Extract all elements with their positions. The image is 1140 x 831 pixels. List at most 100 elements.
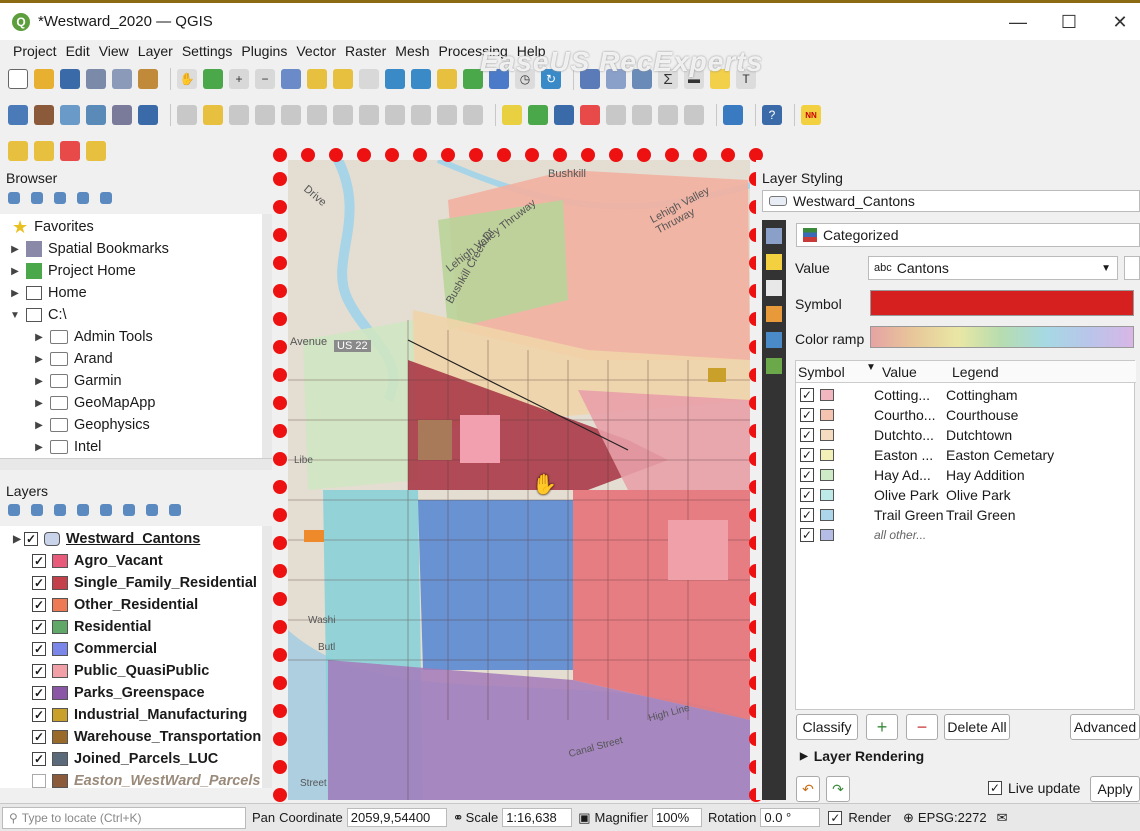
select-by-value-icon[interactable] <box>34 141 54 161</box>
layer-row[interactable]: Easton_WestWard_Parcels <box>32 770 260 792</box>
layer-row[interactable]: ✓ Residential <box>32 616 151 638</box>
new-print-layout-icon[interactable] <box>86 69 106 89</box>
filter-browser-icon[interactable] <box>54 192 66 204</box>
category-row[interactable]: ✓ Olive Park Olive Park <box>796 485 1011 505</box>
maximize-button[interactable]: ☐ <box>1049 9 1089 35</box>
add-group-icon[interactable] <box>31 504 43 516</box>
browser-item-folder[interactable]: ▶ GeoMapApp <box>32 392 155 414</box>
chevron-right-icon[interactable]: ▶ <box>8 266 22 277</box>
menu-layer[interactable]: Layer <box>138 43 173 59</box>
browser-item-drive-c[interactable]: ▼ C:\ <box>8 304 66 326</box>
live-update-checkbox[interactable]: ✓ <box>988 781 1002 795</box>
layer-visibility-checkbox[interactable]: ✓ <box>32 554 46 568</box>
layer-selector-dropdown[interactable]: Westward_Cantons <box>762 190 1140 212</box>
diagram-icon[interactable] <box>554 105 574 125</box>
layer-visibility-checkbox[interactable]: ✓ <box>32 576 46 590</box>
menu-vector[interactable]: Vector <box>296 43 336 59</box>
chevron-right-icon[interactable]: ▶ <box>8 288 22 299</box>
delete-selected-icon[interactable] <box>333 105 353 125</box>
redo-icon[interactable] <box>463 105 483 125</box>
browser-item-folder[interactable]: ▶ Intel <box>32 436 101 458</box>
category-checkbox[interactable]: ✓ <box>800 508 814 522</box>
category-checkbox[interactable]: ✓ <box>800 528 814 542</box>
browser-item-folder[interactable]: ▶ Geophysics <box>32 414 150 436</box>
history-tab-icon[interactable] <box>766 358 782 374</box>
coordinate-field[interactable]: 2059,9,54400 <box>346 808 447 827</box>
layer-row[interactable]: ✓ Industrial_Manufacturing <box>32 704 247 726</box>
apply-button[interactable]: Apply <box>1090 776 1140 802</box>
zoom-in-icon[interactable]: + <box>229 69 249 89</box>
category-row[interactable]: ✓ Easton ... Easton Cemetary <box>796 445 1054 465</box>
help-icon[interactable]: ? <box>762 105 782 125</box>
layer-visibility-checkbox[interactable]: ✓ <box>32 686 46 700</box>
layer-row-westward-cantons[interactable]: ▶ ✓ Westward_Cantons <box>10 528 200 550</box>
chevron-right-icon[interactable]: ▶ <box>8 244 22 255</box>
undo-icon[interactable] <box>437 105 457 125</box>
diagrams-tab-icon[interactable] <box>766 332 782 348</box>
chevron-right-icon[interactable]: ▶ <box>32 398 46 409</box>
select-location-icon[interactable] <box>86 141 106 161</box>
column-header-value[interactable]: Value <box>882 364 917 380</box>
layer-visibility-checkbox[interactable]: ✓ <box>32 642 46 656</box>
cut-features-icon[interactable] <box>359 105 379 125</box>
locator-search-input[interactable]: ⚲ Type to locate (Ctrl+K) <box>2 806 246 829</box>
category-row[interactable]: ✓ Trail Green Trail Green <box>796 505 1016 525</box>
layout-manager-icon[interactable] <box>112 69 132 89</box>
chevron-right-icon[interactable]: ▶ <box>32 420 46 431</box>
category-checkbox[interactable]: ✓ <box>800 428 814 442</box>
layer-visibility-checkbox[interactable]: ✓ <box>32 620 46 634</box>
zoom-native-icon[interactable] <box>359 69 379 89</box>
refresh-browser-icon[interactable] <box>31 192 43 204</box>
renderer-type-dropdown[interactable]: Categorized <box>796 223 1140 247</box>
browser-item-favorites[interactable]: ★ Favorites <box>12 216 94 238</box>
3d-view-tab-icon[interactable] <box>766 306 782 322</box>
move-label-icon[interactable] <box>632 105 652 125</box>
collapse-all-icon[interactable] <box>77 192 89 204</box>
minimize-button[interactable]: — <box>998 9 1038 35</box>
expression-button[interactable] <box>1124 256 1140 280</box>
category-row[interactable]: ✓ Hay Ad... Hay Addition <box>796 465 1025 485</box>
zoom-next-icon[interactable] <box>411 69 431 89</box>
crs-button[interactable]: EPSG:2272 <box>918 810 987 825</box>
layer-visibility-checkbox[interactable]: ✓ <box>32 730 46 744</box>
save-project-icon[interactable] <box>60 69 80 89</box>
menu-plugins[interactable]: Plugins <box>241 43 287 59</box>
menu-view[interactable]: View <box>99 43 129 59</box>
category-checkbox[interactable]: ✓ <box>800 388 814 402</box>
layer-rendering-section[interactable]: ▶ Layer Rendering <box>800 748 924 764</box>
pin-labels-icon[interactable] <box>580 105 600 125</box>
layer-row[interactable]: ✓ Commercial <box>32 638 157 660</box>
category-checkbox[interactable]: ✓ <box>800 408 814 422</box>
pan-to-selection-icon[interactable] <box>203 69 223 89</box>
style-manager-icon[interactable] <box>138 69 158 89</box>
nnjoin-icon[interactable]: NN <box>801 105 821 125</box>
category-row[interactable]: ✓ Courtho... Courthouse <box>796 405 1018 425</box>
expand-all-icon[interactable] <box>123 504 135 516</box>
digitize-icon[interactable] <box>86 105 106 125</box>
menu-mesh[interactable]: Mesh <box>395 43 429 59</box>
chevron-right-icon[interactable]: ▶ <box>32 442 46 453</box>
change-label-icon[interactable] <box>684 105 704 125</box>
chevron-right-icon[interactable]: ▶ <box>32 332 46 343</box>
filter-legend-icon[interactable] <box>77 504 89 516</box>
python-console-icon[interactable] <box>723 105 743 125</box>
vertex-tool-icon[interactable] <box>281 105 301 125</box>
zoom-out-icon[interactable]: − <box>255 69 275 89</box>
add-delimited-text-icon[interactable] <box>60 105 80 125</box>
save-edits-icon[interactable] <box>229 105 249 125</box>
menu-settings[interactable]: Settings <box>182 43 233 59</box>
labels-tab-icon[interactable] <box>766 254 782 270</box>
magnifier-field[interactable]: 100% <box>651 808 702 827</box>
browser-item-folder[interactable]: ▶ Arand <box>32 348 113 370</box>
render-checkbox[interactable]: ✓ <box>828 810 843 825</box>
open-project-icon[interactable] <box>34 69 54 89</box>
zoom-last-icon[interactable] <box>385 69 405 89</box>
layer-visibility-checkbox[interactable]: ✓ <box>24 532 38 546</box>
redo-style-button[interactable]: ↷ <box>826 776 850 802</box>
layer-row[interactable]: ✓ Joined_Parcels_LUC <box>32 748 218 770</box>
messages-icon[interactable]: ✉ <box>997 810 1008 826</box>
menu-edit[interactable]: Edit <box>66 43 90 59</box>
manage-themes-icon[interactable] <box>54 504 66 516</box>
data-source-manager-icon[interactable] <box>8 105 28 125</box>
browser-scrollbar[interactable] <box>262 214 272 464</box>
